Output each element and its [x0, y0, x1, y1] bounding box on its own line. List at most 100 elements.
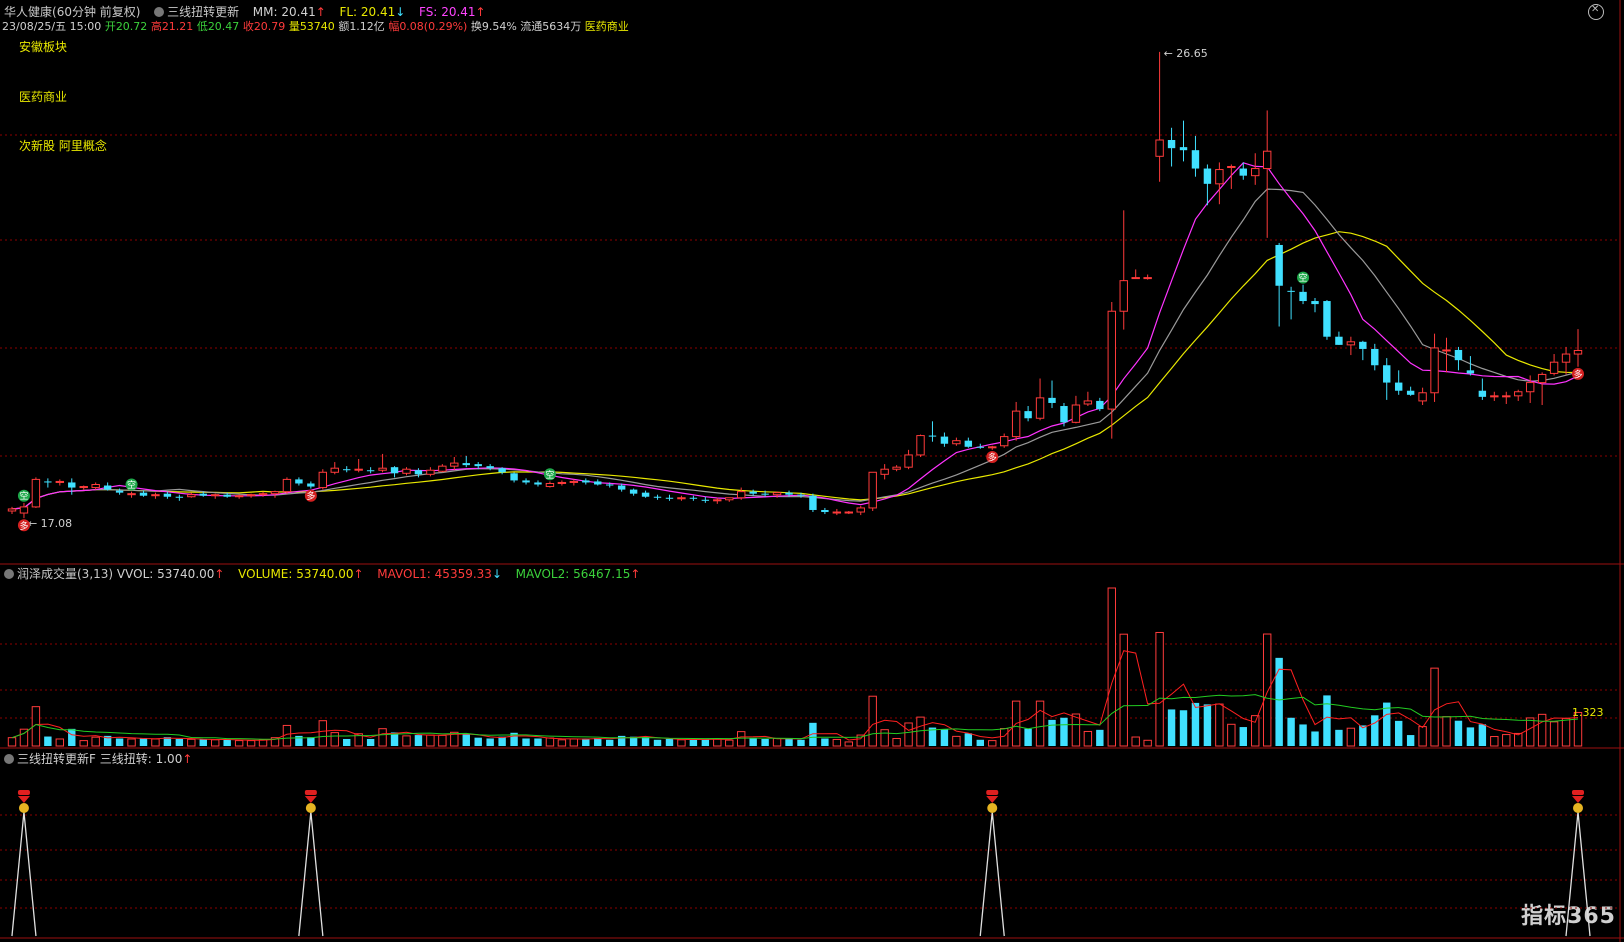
candle-body-up [1537, 373, 1547, 384]
volume-bar-up [151, 738, 160, 747]
volume-ratio-label: 1.323 [1572, 706, 1604, 719]
volume-bar-down [1383, 702, 1391, 746]
candle-body-up [856, 507, 865, 513]
candle-body-up [713, 499, 722, 502]
candle-body-down [964, 440, 973, 447]
volume-bar-up [1071, 713, 1081, 747]
candle-body-down [486, 466, 494, 469]
candle-body-down [821, 509, 829, 513]
candle-body-up [378, 467, 387, 471]
candle-body-up [1490, 395, 1499, 398]
volume-bar-down [139, 738, 148, 746]
volume-bar-up [713, 738, 722, 747]
volume-bar-down [665, 738, 674, 746]
candle-body-up [354, 468, 363, 471]
candle-body-down [199, 493, 207, 496]
candle-body-up [91, 484, 100, 489]
volume-bar-up [1502, 734, 1511, 747]
coin-icon [987, 803, 998, 813]
mavol1-line [11, 650, 1579, 741]
volume-bar-down [1287, 717, 1295, 746]
signal-spike [979, 811, 1005, 937]
volume-bar-up [832, 738, 842, 747]
candle-body-down [785, 492, 793, 495]
candle-body-up [569, 480, 579, 483]
volume-bar-up [1490, 736, 1499, 747]
candle-body-down [1394, 382, 1403, 391]
volume-bar-up [880, 729, 889, 747]
candle-body-up [880, 468, 889, 475]
coin-icon [1573, 803, 1583, 813]
gift-lid-icon [1572, 790, 1584, 795]
candle-body-down [1406, 390, 1415, 395]
volume-bar-up [127, 738, 136, 747]
volume-bar-up [1430, 667, 1439, 747]
candle-body-up [450, 462, 459, 467]
candle-body-down [139, 492, 148, 496]
volume-bar-down [175, 738, 184, 746]
candle-body-down [1167, 140, 1176, 149]
candle-body-up [725, 497, 734, 501]
gift-icon [986, 796, 999, 803]
volume-bar-down [68, 728, 76, 746]
candle-body-down [223, 494, 231, 497]
candle-body-down [390, 467, 399, 474]
candle-body-up [318, 471, 328, 489]
candle-body-down [1359, 341, 1367, 349]
candle-body-up [31, 478, 41, 508]
volume-bar-up [1346, 727, 1356, 747]
candle-body-up [1251, 168, 1260, 177]
ma-magenta-line [11, 162, 1579, 510]
candle-body-up [557, 481, 567, 484]
volume-bar-down [1323, 695, 1331, 746]
volume-bar-down [1096, 729, 1104, 746]
candle-body-up [916, 435, 925, 456]
kline-chart[interactable]: ← 26.65← 17.08空空空空多多多多1.323 [0, 0, 1624, 942]
mavol2-line [11, 694, 1579, 740]
signal-spike [11, 811, 37, 937]
volume-bar-up [79, 740, 88, 747]
candle-body-down [307, 483, 315, 487]
gift-icon [17, 796, 30, 803]
candle-body-down [1239, 168, 1247, 176]
volume-bar-down [701, 738, 710, 746]
candle-body-up [545, 482, 555, 488]
candle-body-up [187, 494, 196, 498]
coin-icon [305, 803, 316, 813]
candle-body-down [295, 479, 303, 484]
volume-bar-up [438, 734, 447, 747]
candle-body-down [1203, 168, 1212, 184]
candle-body-down [797, 494, 805, 496]
volume-bar-down [414, 735, 423, 746]
candle-body-down [1454, 349, 1463, 361]
candle-body-down [617, 485, 626, 490]
candle-body-up [55, 480, 65, 483]
volume-bar-up [892, 737, 901, 747]
candle-body-up [270, 491, 280, 495]
candle-body-down [761, 493, 769, 495]
volume-bar-up [868, 695, 877, 747]
candle-body-down [1466, 370, 1475, 374]
candle-body-up [1418, 392, 1427, 402]
volume-bar-up [952, 735, 961, 747]
coin-icon [18, 803, 29, 813]
volume-bar-up [1262, 633, 1272, 747]
volume-bar-up [1442, 716, 1451, 747]
gift-lid-icon [17, 790, 30, 795]
candle-body-down [1024, 411, 1032, 419]
volume-bar-up [1215, 703, 1224, 747]
candle-body-down [68, 482, 76, 488]
candle-body-up [1071, 404, 1081, 423]
candle-body-up [1131, 277, 1140, 280]
candle-body-down [1179, 147, 1188, 151]
candle-body-down [498, 468, 506, 473]
volume-bar-down [761, 738, 769, 746]
volume-bar-down [689, 739, 698, 746]
candle-body-down [1335, 336, 1343, 345]
volume-bar-down [821, 738, 829, 746]
candle-body-up [1262, 150, 1272, 170]
candle-body-down [689, 497, 698, 499]
volume-bar-down [1024, 728, 1032, 746]
candle-body-up [988, 446, 997, 449]
candle-body-up [7, 508, 17, 512]
